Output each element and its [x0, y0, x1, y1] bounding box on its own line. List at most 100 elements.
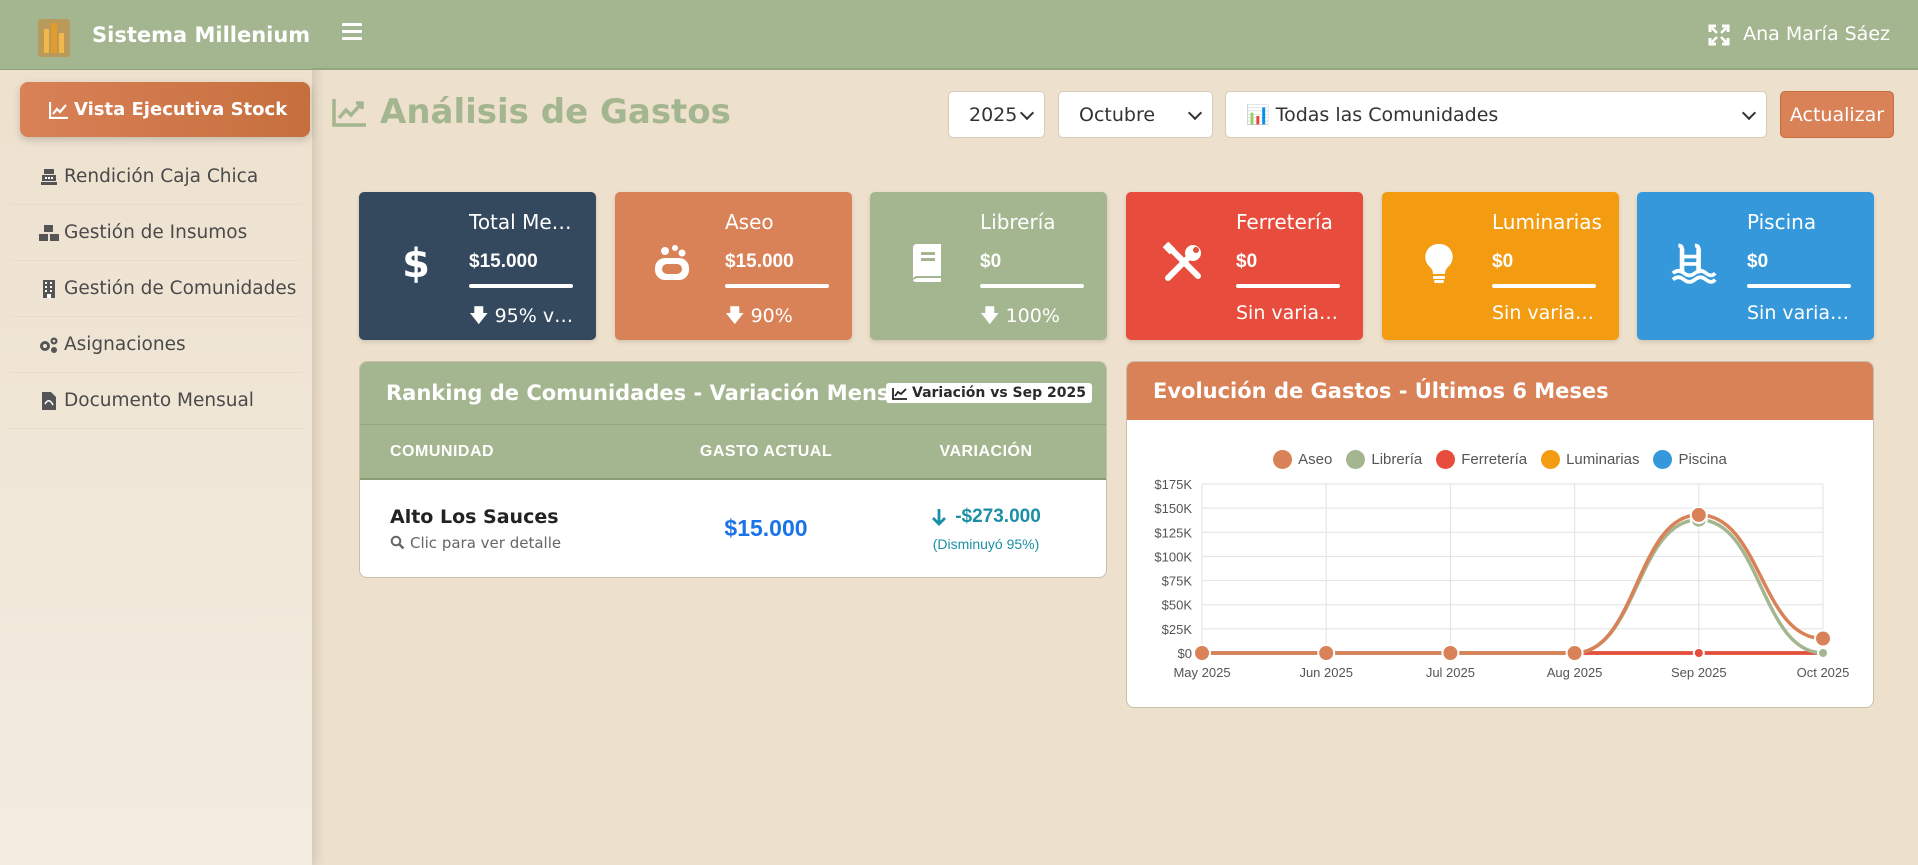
card-variation: 🡇 90% — [725, 305, 793, 327]
community-select[interactable]: 📊 Todas las Comunidades — [1225, 91, 1767, 138]
brand[interactable]: Sistema Millenium — [0, 0, 312, 70]
card-value: $15.000 — [725, 251, 794, 272]
community-select-value: 📊 Todas las Comunidades — [1246, 104, 1499, 126]
card-value: $15.000 — [469, 251, 538, 272]
chart-line-icon — [48, 99, 70, 121]
current-amount: $15.000 — [724, 515, 808, 541]
variation-value: -$273.000 — [866, 506, 1106, 528]
file-pdf-icon — [38, 390, 60, 412]
x-tick-label: Oct 2025 — [1797, 665, 1850, 680]
ranking-title: Ranking de Comunidades - Variación Mensu… — [386, 381, 926, 405]
sidebar-item-asignaciones[interactable]: Asignaciones — [10, 317, 302, 373]
ranking-badge-text: Variación vs Sep 2025 — [912, 385, 1086, 401]
page-title: Análisis de Gastos — [332, 92, 731, 132]
card-variation-text: 95% vs mes anterior — [494, 305, 581, 327]
card-title: Luminarias — [1492, 210, 1602, 234]
evolution-chart: $0 $25K $50K $75K $100K $125K $150K $175K May 20… — [1154, 477, 1850, 680]
card-value: $0 — [1492, 251, 1514, 272]
x-tick-label: Jun 2025 — [1299, 665, 1353, 680]
y-tick-label: $100K — [1154, 549, 1192, 564]
row-amount: $15.000 — [666, 515, 866, 542]
card-variation: 🡇 95% vs mes anterior — [469, 302, 581, 334]
stat-card-ferreteria: Ferretería $0 Sin variación — [1126, 192, 1363, 340]
card-title: Total Mensual — [469, 210, 579, 234]
stat-card-libreria: Librería $0 🡇 100% — [870, 192, 1107, 340]
sidebar-item-caja-chica[interactable]: Rendición Caja Chica — [10, 149, 302, 205]
swimmer-icon — [1671, 240, 1717, 286]
update-button[interactable]: Actualizar — [1780, 91, 1894, 138]
data-point — [1689, 505, 1708, 524]
month-select-value: Octubre — [1079, 103, 1156, 126]
row-community: Alto Los Sauces Clic para ver detalle — [360, 506, 666, 552]
book-icon — [904, 240, 950, 286]
card-variation: 🡇 100% — [980, 305, 1060, 327]
card-divider — [980, 284, 1084, 288]
tools-icon — [1160, 240, 1206, 286]
card-title: Ferretería — [1236, 210, 1333, 234]
col-comunidad: COMUNIDAD — [390, 442, 495, 460]
card-title: Aseo — [725, 210, 774, 234]
card-divider — [1747, 284, 1851, 288]
card-divider — [1236, 284, 1340, 288]
stat-card-total: $ Total Mensual $15.000 🡇 95% vs mes ant… — [359, 192, 596, 340]
cash-register-icon — [38, 166, 60, 188]
variation-amount: -$273.000 — [955, 505, 1041, 527]
sidebar-item-label: Documento Mensual — [64, 390, 254, 411]
chevron-down-icon — [1741, 105, 1757, 121]
card-title: Piscina — [1747, 210, 1817, 234]
sidebar-item-vista-ejecutiva[interactable]: Vista Ejecutiva Stock — [20, 82, 310, 137]
data-point — [1441, 644, 1460, 662]
arrow-down-icon — [932, 508, 947, 526]
community-name: Alto Los Sauces — [390, 505, 559, 528]
chart-line-icon — [332, 99, 366, 127]
y-tick-label: $125K — [1154, 525, 1192, 540]
card-title: Librería — [980, 210, 1056, 234]
col-gasto-actual: GASTO ACTUAL — [699, 442, 833, 460]
card-value: $0 — [1236, 251, 1258, 272]
logo-icon — [38, 18, 70, 57]
card-divider — [1492, 284, 1596, 288]
hamburger-menu-icon[interactable] — [342, 23, 362, 43]
page-title-text: Análisis de Gastos — [380, 92, 731, 132]
ranking-columns: COMUNIDAD GASTO ACTUAL VARIACIÓN — [360, 424, 1106, 480]
month-select[interactable]: Octubre — [1058, 91, 1213, 138]
sidebar-item-documento[interactable]: Documento Mensual — [10, 373, 302, 429]
card-variation: Sin variación — [1492, 302, 1604, 324]
sidebar-item-label: Asignaciones — [64, 334, 186, 355]
sidebar-item-label: Rendición Caja Chica — [64, 166, 259, 187]
card-variation: Sin variación — [1747, 302, 1859, 324]
user-name[interactable]: Ana María Sáez — [1743, 23, 1890, 45]
y-tick-label: $175K — [1154, 477, 1192, 492]
sidebar-item-label: Gestión de Comunidades — [64, 278, 297, 299]
row-hint-text: Clic para ver detalle — [410, 533, 562, 552]
sidebar-nav: Vista Ejecutiva Stock Rendición Caja Chi… — [0, 70, 312, 441]
data-point — [1565, 644, 1584, 662]
stat-card-aseo: Aseo $15.000 🡇 90% — [615, 192, 852, 340]
table-row[interactable]: Alto Los Sauces Clic para ver detalle $1… — [360, 480, 1106, 577]
svg-text:$: $ — [402, 241, 430, 285]
fullscreen-icon[interactable] — [1708, 24, 1730, 46]
card-value: $0 — [980, 251, 1002, 272]
sidebar-item-comunidades[interactable]: Gestión de Comunidades — [10, 261, 302, 317]
data-point — [1692, 647, 1705, 659]
topbar: Ana María Sáez — [312, 0, 1918, 70]
data-point — [1317, 644, 1336, 662]
sidebar: Sistema Millenium Vista Ejecutiva Stock … — [0, 0, 312, 865]
cogs-icon — [38, 334, 60, 356]
stat-card-luminarias: Luminarias $0 Sin variación — [1382, 192, 1619, 340]
sidebar-item-label: Vista Ejecutiva Stock — [74, 99, 288, 120]
x-tick-label: Jul 2025 — [1426, 665, 1475, 680]
row-variation: -$273.000 (Disminuyó 95%) — [866, 506, 1106, 552]
stat-card-piscina: Piscina $0 Sin variación — [1637, 192, 1874, 340]
chevron-down-icon — [1187, 105, 1203, 121]
sidebar-item-insumos[interactable]: Gestión de Insumos — [10, 205, 302, 261]
dollar-icon: $ — [393, 240, 439, 286]
ranking-panel: Ranking de Comunidades - Variación Mensu… — [359, 361, 1107, 578]
year-select[interactable]: 2025 — [948, 91, 1045, 138]
search-icon — [390, 535, 405, 550]
card-divider — [725, 284, 829, 288]
x-tick-label: Sep 2025 — [1671, 665, 1727, 680]
data-point — [1193, 644, 1211, 662]
card-variation-text: 100% — [1005, 305, 1060, 327]
card-value: $0 — [1747, 251, 1769, 272]
